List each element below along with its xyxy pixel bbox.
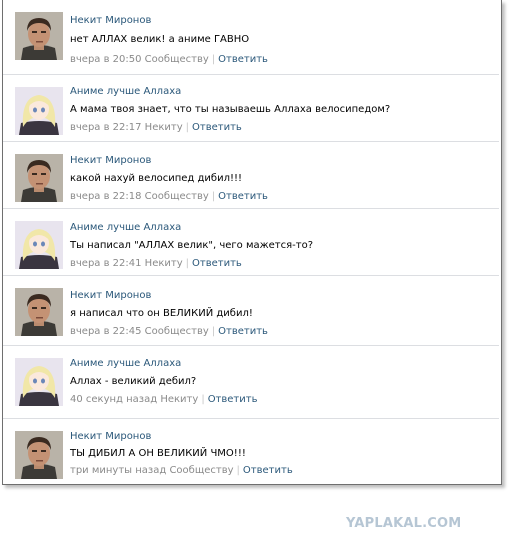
comment-text: А мама твоя знает, что ты называешь Алла… xyxy=(70,104,391,115)
comment-item: Некит Миронов я написал что он ВЕЛИКИЙ д… xyxy=(3,276,499,346)
comment-author-link[interactable]: Некит Миронов xyxy=(70,290,151,301)
anime-avatar[interactable] xyxy=(15,221,63,269)
comment-author-link[interactable]: Некит Миронов xyxy=(70,431,151,442)
man-avatar[interactable] xyxy=(15,288,63,336)
comment-item: Аниме лучше Аллаха А мама твоя знает, чт… xyxy=(3,75,499,142)
comment-meta: вчера в 22:18 Сообществу | Ответить xyxy=(70,191,268,202)
comment-text: Ты написал "АЛЛАХ велик", чего мажется-т… xyxy=(70,240,314,251)
comment-item: Аниме лучше Аллаха Ты написал "АЛЛАХ вел… xyxy=(3,209,499,276)
comment-meta: вчера в 22:45 Сообществу | Ответить xyxy=(70,326,268,337)
comment-item: Некит Миронов ТЫ ДИБИЛ А ОН ВЕЛИКИЙ ЧМО!… xyxy=(3,419,499,484)
anime-avatar[interactable] xyxy=(15,358,63,406)
comment-text: ТЫ ДИБИЛ А ОН ВЕЛИКИЙ ЧМО!!! xyxy=(70,448,246,459)
comment-meta: вчера в 22:41 Некиту | Ответить xyxy=(70,258,242,269)
comment-timestamp[interactable]: 40 секунд назад Некиту xyxy=(70,394,198,405)
comment-timestamp[interactable]: вчера в 22:41 Некиту xyxy=(70,258,183,269)
comment-meta: три минуты назад Сообществу | Ответить xyxy=(70,465,293,476)
comment-author-link[interactable]: Аниме лучше Аллаха xyxy=(70,86,181,97)
comment-timestamp[interactable]: вчера в 22:45 Сообществу xyxy=(70,326,209,337)
comment-meta: 40 секунд назад Некиту | Ответить xyxy=(70,394,258,405)
man-avatar[interactable] xyxy=(15,431,63,479)
reply-link[interactable]: Ответить xyxy=(208,394,258,405)
comments-panel: Некит Миронов нет АЛЛАХ велик! а аниме Г… xyxy=(2,0,502,485)
comment-author-link[interactable]: Некит Миронов xyxy=(70,155,151,166)
comment-item: Некит Миронов какой нахуй велосипед диби… xyxy=(3,142,499,209)
comment-author-link[interactable]: Аниме лучше Аллаха xyxy=(70,222,181,233)
reply-link[interactable]: Ответить xyxy=(218,191,268,202)
comment-item: Некит Миронов нет АЛЛАХ велик! а аниме Г… xyxy=(3,0,499,75)
reply-link[interactable]: Ответить xyxy=(218,54,268,65)
reply-link[interactable]: Ответить xyxy=(243,465,293,476)
man-avatar[interactable] xyxy=(15,12,63,60)
man-avatar[interactable] xyxy=(15,154,63,202)
comment-item: Аниме лучше Аллаха Аллах - великий дебил… xyxy=(3,346,499,419)
site-watermark: YAPLAKAL.COM xyxy=(346,516,462,531)
comment-text: нет АЛЛАХ велик! а аниме ГАВНО xyxy=(70,34,250,45)
comment-meta: вчера в 20:50 Сообществу | Ответить xyxy=(70,54,268,65)
comment-timestamp[interactable]: вчера в 22:17 Некиту xyxy=(70,122,183,133)
comment-timestamp[interactable]: вчера в 22:18 Сообществу xyxy=(70,191,209,202)
comment-text: я написал что он ВЕЛИКИЙ дибил! xyxy=(70,308,253,319)
comment-meta: вчера в 22:17 Некиту | Ответить xyxy=(70,122,242,133)
comment-timestamp[interactable]: три минуты назад Сообществу xyxy=(70,465,234,476)
reply-link[interactable]: Ответить xyxy=(192,122,242,133)
comment-author-link[interactable]: Некит Миронов xyxy=(70,15,151,26)
comment-text: какой нахуй велосипед дибил!!! xyxy=(70,173,243,184)
comment-text: Аллах - великий дебил? xyxy=(70,376,197,387)
comment-timestamp[interactable]: вчера в 20:50 Сообществу xyxy=(70,54,209,65)
comment-author-link[interactable]: Аниме лучше Аллаха xyxy=(70,358,181,369)
anime-avatar[interactable] xyxy=(15,87,63,135)
reply-link[interactable]: Ответить xyxy=(192,258,242,269)
reply-link[interactable]: Ответить xyxy=(218,326,268,337)
